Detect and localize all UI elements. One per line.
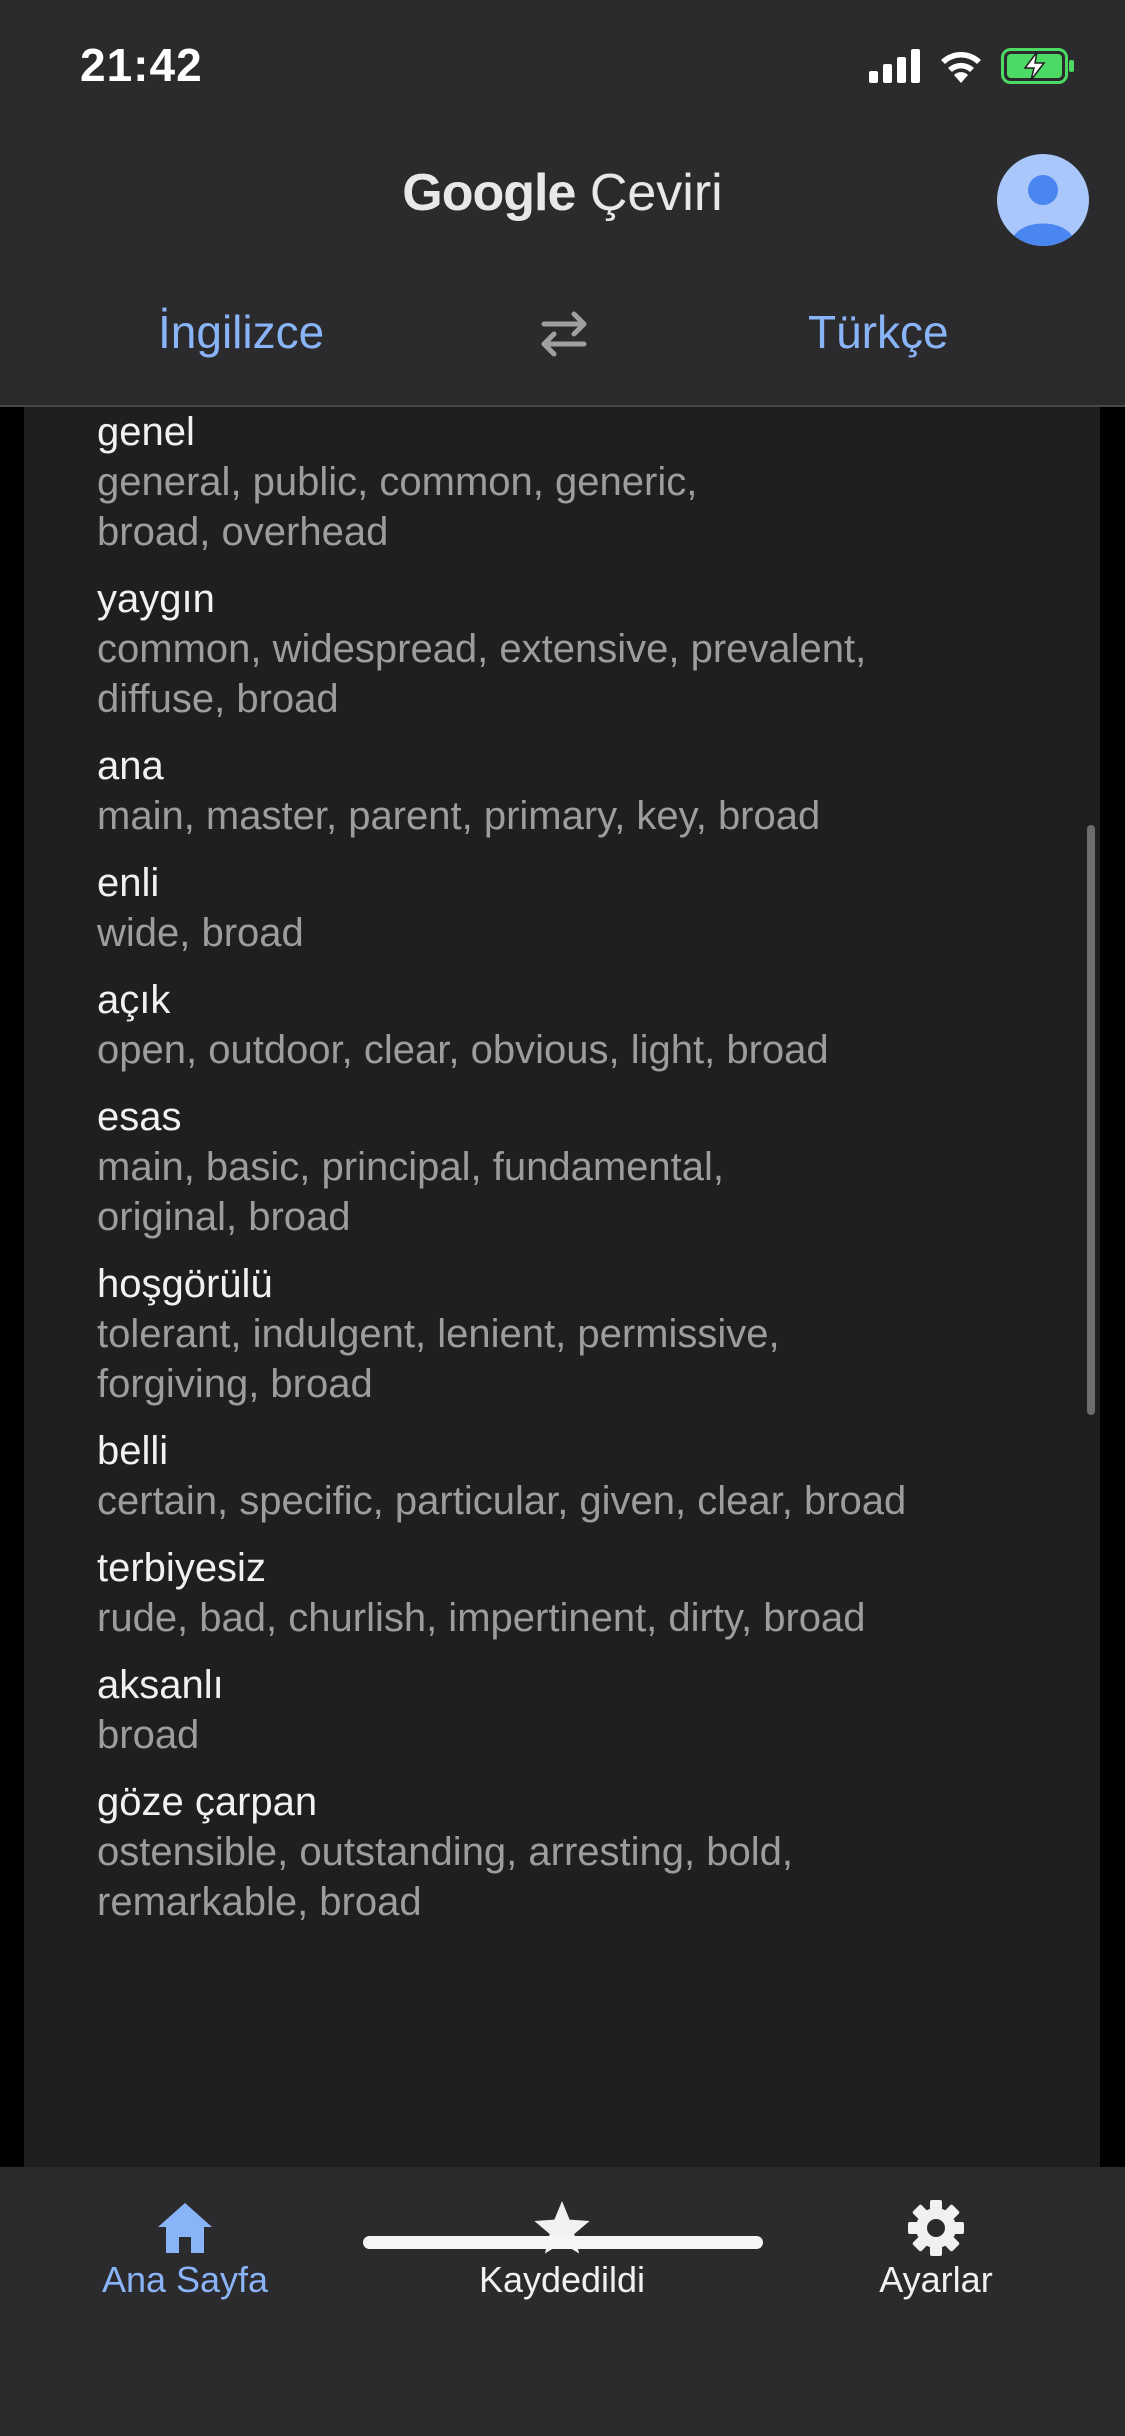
entries-container: genel general, public, common, generic, … (97, 407, 1057, 1944)
list-item[interactable]: yaygın common, widespread, extensive, pr… (97, 574, 1057, 724)
translation-line: tolerant, indulgent, lenient, permissive… (97, 1312, 780, 1356)
list-item[interactable]: genel general, public, common, generic, … (97, 407, 1057, 557)
translation-line: ostensible, outstanding, arresting, bold… (97, 1830, 793, 1874)
list-item[interactable]: belli certain, specific, particular, giv… (97, 1426, 1057, 1526)
entry-word: ana (97, 744, 164, 788)
translation-line: open, outdoor, clear, obvious, light, br… (97, 1028, 829, 1072)
entry-word: göze çarpan (97, 1780, 318, 1824)
translation-line: broad (97, 1713, 200, 1757)
bottom-navigation: Ana Sayfa Kaydedildi Ayarlar (0, 2167, 1125, 2436)
nav-home-tab[interactable]: Ana Sayfa (55, 2197, 315, 2301)
translation-line: wide, broad (97, 911, 304, 955)
list-item[interactable]: göze çarpan ostensible, outstanding, arr… (97, 1777, 1057, 1927)
entry-translations: broad (97, 1710, 1057, 1760)
source-language-button[interactable]: İngilizce (158, 305, 324, 359)
list-item[interactable]: aksanlı broad (97, 1660, 1057, 1760)
entry-translations: rude, bad, churlish, impertinent, dirty,… (97, 1593, 1057, 1643)
app-bar: Google Çeviri (0, 135, 1125, 265)
swap-languages-icon[interactable] (534, 309, 594, 359)
entry-translations: ostensible, outstanding, arresting, bold… (97, 1827, 1057, 1927)
entry-translations: common, widespread, extensive, prevalent… (97, 624, 1057, 724)
home-indicator[interactable] (363, 2236, 763, 2249)
entry-translations: wide, broad (97, 908, 1057, 958)
entry-word: yaygın (97, 577, 215, 621)
status-icons (869, 48, 1075, 84)
translation-line: main, basic, principal, fundamental, (97, 1145, 724, 1189)
entry-translations: tolerant, indulgent, lenient, permissive… (97, 1309, 1057, 1409)
list-item[interactable]: esas main, basic, principal, fundamental… (97, 1092, 1057, 1242)
entry-word: genel (97, 410, 195, 454)
nav-settings-label: Ayarlar (879, 2259, 993, 2300)
translation-line: rude, bad, churlish, impertinent, dirty,… (97, 1596, 866, 1640)
entry-word: enli (97, 861, 160, 905)
scrollbar[interactable] (1087, 825, 1095, 1415)
translation-line: forgiving, broad (97, 1362, 373, 1406)
list-item[interactable]: terbiyesiz rude, bad, churlish, impertin… (97, 1543, 1057, 1643)
app-title-brand: Google (402, 164, 576, 222)
cellular-signal-icon (869, 49, 920, 83)
nav-home-label: Ana Sayfa (101, 2259, 269, 2300)
entry-translations: general, public, common, generic, broad,… (97, 457, 1057, 557)
account-avatar-button[interactable] (997, 154, 1089, 246)
target-language-button[interactable]: Türkçe (808, 305, 949, 359)
translations-list[interactable]: genel general, public, common, generic, … (24, 407, 1100, 2167)
status-time: 21:42 (80, 39, 203, 91)
status-bar: 21:42 (0, 0, 1125, 135)
entry-word: belli (97, 1429, 169, 1473)
entry-word: terbiyesiz (97, 1546, 266, 1590)
wifi-icon (941, 52, 981, 83)
entry-word: hoşgörülü (97, 1262, 273, 1306)
star-icon (534, 2201, 590, 2254)
list-item[interactable]: ana main, master, parent, primary, key, … (97, 741, 1057, 841)
app-title-product: Çeviri (589, 164, 723, 222)
translation-line: main, master, parent, primary, key, broa… (97, 794, 821, 838)
nav-saved-tab[interactable]: Kaydedildi (432, 2197, 692, 2301)
person-icon (1011, 175, 1075, 246)
nav-settings-tab[interactable]: Ayarlar (806, 2197, 1066, 2301)
entry-translations: open, outdoor, clear, obvious, light, br… (97, 1025, 1057, 1075)
translation-line: broad, overhead (97, 510, 389, 554)
entry-word: esas (97, 1095, 182, 1139)
entry-word: açık (97, 978, 171, 1022)
nav-saved-label: Kaydedildi (478, 2259, 646, 2300)
translation-line: diffuse, broad (97, 677, 339, 721)
app-title: Google Çeviri (0, 163, 1125, 223)
entry-translations: certain, specific, particular, given, cl… (97, 1476, 1057, 1526)
entry-translations: main, master, parent, primary, key, broa… (97, 791, 1057, 841)
translation-line: common, widespread, extensive, prevalent… (97, 627, 867, 671)
home-icon (158, 2203, 212, 2253)
translation-line: original, broad (97, 1195, 351, 1239)
translation-line: certain, specific, particular, given, cl… (97, 1479, 907, 1523)
gear-icon (908, 2200, 964, 2256)
language-selector-bar: İngilizce Türkçe (0, 265, 1125, 407)
list-item[interactable]: enli wide, broad (97, 858, 1057, 958)
entry-word: aksanlı (97, 1663, 224, 1707)
list-item[interactable]: hoşgörülü tolerant, indulgent, lenient, … (97, 1259, 1057, 1409)
entry-translations: main, basic, principal, fundamental, ori… (97, 1142, 1057, 1242)
list-item[interactable]: açık open, outdoor, clear, obvious, ligh… (97, 975, 1057, 1075)
translation-line: general, public, common, generic, (97, 460, 698, 504)
battery-charging-icon (1001, 48, 1074, 84)
translation-line: remarkable, broad (97, 1880, 422, 1924)
